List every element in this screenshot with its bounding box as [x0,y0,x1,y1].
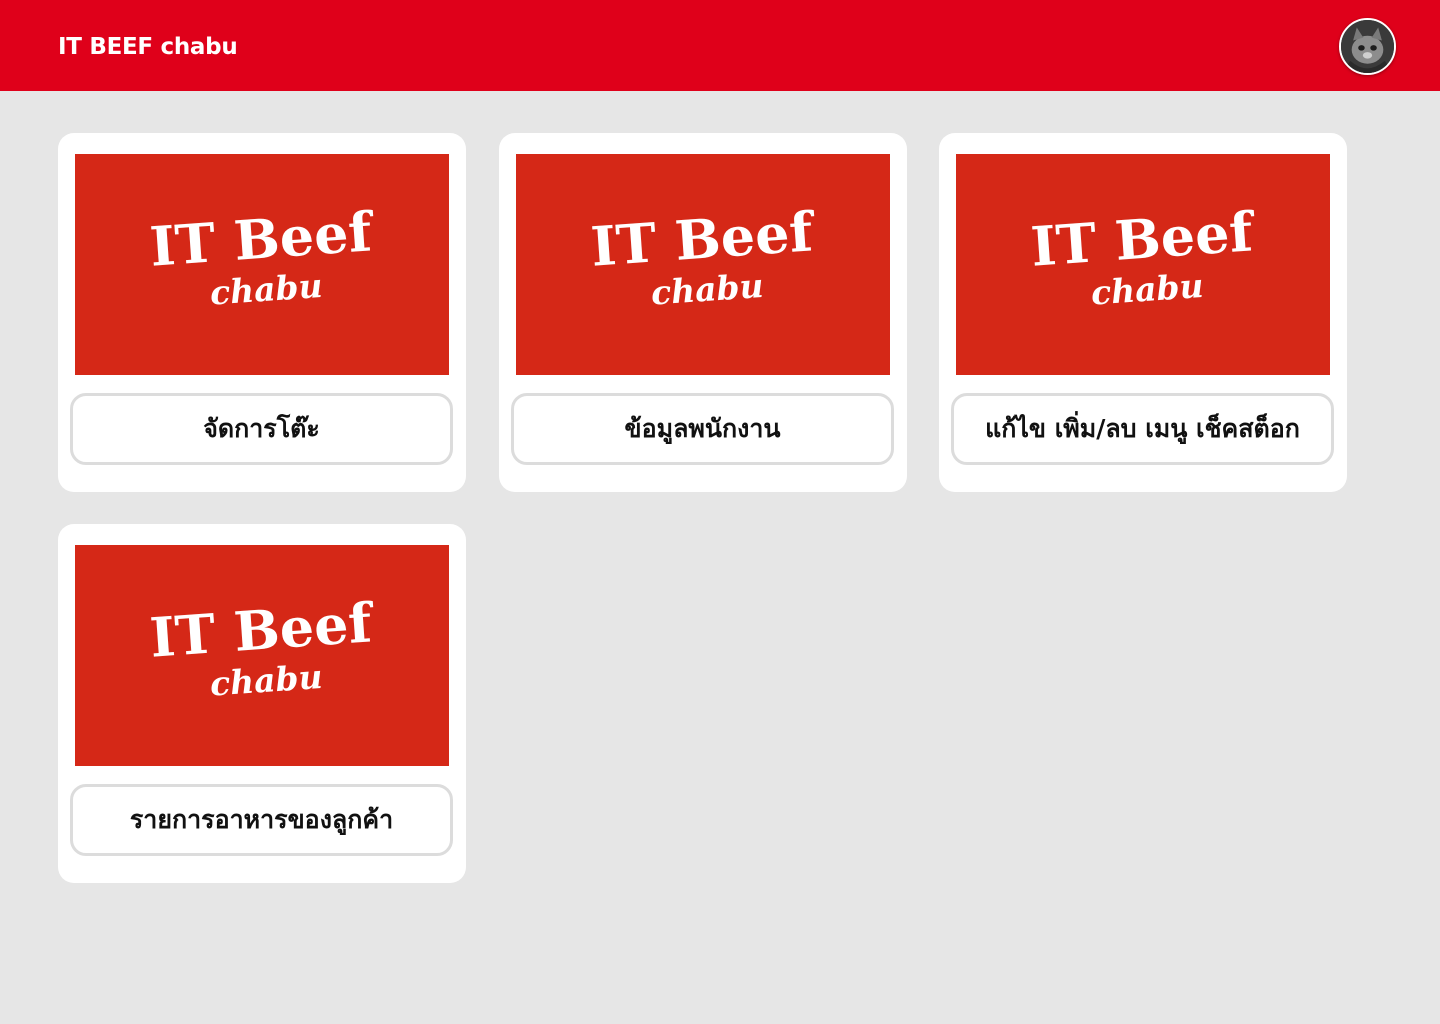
table-management-button[interactable]: จัดการโต๊ะ [70,393,453,465]
it-beef-logo-icon: IT Beef chabu [1029,199,1259,313]
logo-line2-text: chabu [650,266,765,313]
edit-menu-stock-button[interactable]: แก้ไข เพิ่ม/ลบ เมนู เช็คสต็อก [951,393,1334,465]
app-title: IT BEEF chabu [58,34,238,60]
app-header: IT BEEF chabu [0,0,1440,91]
it-beef-logo-icon: IT Beef chabu [148,199,378,313]
logo-line1-text: IT Beef [1029,199,1259,279]
menu-card-customer-orders: IT Beef chabu รายการอาหารของลูกค้า [58,524,466,883]
logo-line1-text: IT Beef [148,590,378,670]
it-beef-logo-icon: IT Beef chabu [589,199,819,313]
brand-logo-image: IT Beef chabu [75,154,449,375]
brand-logo-image: IT Beef chabu [75,545,449,766]
logo-line2-text: chabu [1090,266,1205,313]
it-beef-logo-icon: IT Beef chabu [148,590,378,704]
logo-line1-text: IT Beef [148,199,378,279]
menu-card-table-management: IT Beef chabu จัดการโต๊ะ [58,133,466,492]
logo-line1-text: IT Beef [589,199,819,279]
brand-logo-image: IT Beef chabu [956,154,1330,375]
employee-info-button[interactable]: ข้อมูลพนักงาน [511,393,894,465]
logo-line2-text: chabu [209,657,324,704]
brand-logo-image: IT Beef chabu [516,154,890,375]
customer-orders-button[interactable]: รายการอาหารของลูกค้า [70,784,453,856]
logo-line2-text: chabu [209,266,324,313]
menu-card-employee-info: IT Beef chabu ข้อมูลพนักงาน [499,133,907,492]
user-avatar[interactable] [1339,18,1396,75]
menu-card-edit-menu-stock: IT Beef chabu แก้ไข เพิ่ม/ลบ เมนู เช็คสต… [939,133,1347,492]
cat-avatar-icon [1341,20,1394,73]
